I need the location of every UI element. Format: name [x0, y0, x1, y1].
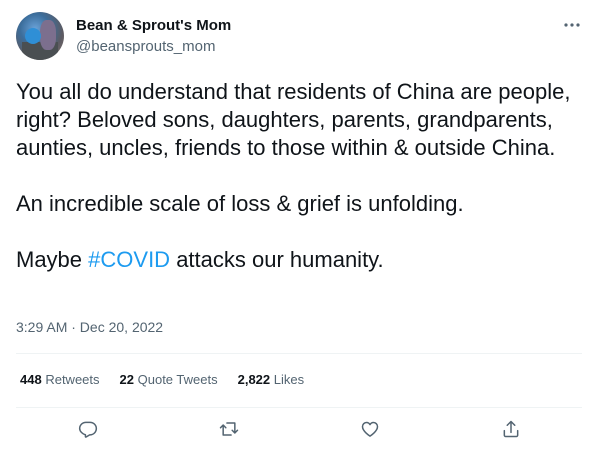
- likes-count: 2,822: [237, 372, 271, 387]
- tweet-paragraph-3-start: Maybe: [16, 247, 89, 272]
- likes-label: Likes: [273, 372, 305, 387]
- share-icon: [503, 420, 519, 438]
- tweet-card: Bean & Sprout's Mom @beansprouts_mom You…: [0, 0, 598, 453]
- reply-icon: [78, 421, 98, 438]
- hashtag-link[interactable]: #COVID: [88, 247, 170, 272]
- more-options-button[interactable]: [558, 14, 586, 36]
- tweet-paragraph-3: Maybe #COVID attacks our humanity.: [16, 246, 582, 274]
- tweet-paragraph-2: An incredible scale of loss & grief is u…: [16, 191, 464, 216]
- tweet-text: You all do understand that residents of …: [16, 78, 582, 274]
- avatar[interactable]: [16, 12, 64, 60]
- tweet-paragraph-1: You all do understand that residents of …: [16, 79, 577, 160]
- reply-button[interactable]: [75, 416, 101, 442]
- retweet-button[interactable]: [216, 416, 242, 442]
- retweets-stat[interactable]: 448 Retweets: [20, 370, 100, 390]
- avatar-photo-balloon: [25, 28, 41, 44]
- user-handle[interactable]: @beansprouts_mom: [76, 37, 215, 57]
- divider-bottom: [16, 407, 582, 408]
- like-icon: [361, 421, 379, 437]
- retweet-icon: [219, 422, 239, 436]
- tweet-timestamp[interactable]: 3:29 AM · Dec 20, 2022: [16, 317, 163, 337]
- quote-tweets-stat[interactable]: 22 Quote Tweets: [120, 370, 218, 390]
- retweets-count: 448: [20, 372, 42, 387]
- likes-stat[interactable]: 2,822 Likes: [238, 370, 305, 390]
- like-button[interactable]: [357, 416, 383, 442]
- quote-tweets-count: 22: [119, 372, 134, 387]
- tweet-paragraph-3-end: attacks our humanity.: [170, 247, 384, 272]
- quote-tweets-label: Quote Tweets: [137, 372, 218, 387]
- more-horizontal-icon: [564, 23, 580, 27]
- display-name[interactable]: Bean & Sprout's Mom: [76, 16, 231, 36]
- avatar-photo-figure: [40, 20, 56, 50]
- retweets-label: Retweets: [45, 372, 100, 387]
- divider-top: [16, 353, 582, 354]
- engagement-stats: 448 Retweets 22 Quote Tweets 2,822 Likes: [20, 370, 304, 390]
- action-bar: [0, 414, 598, 444]
- share-button[interactable]: [498, 416, 524, 442]
